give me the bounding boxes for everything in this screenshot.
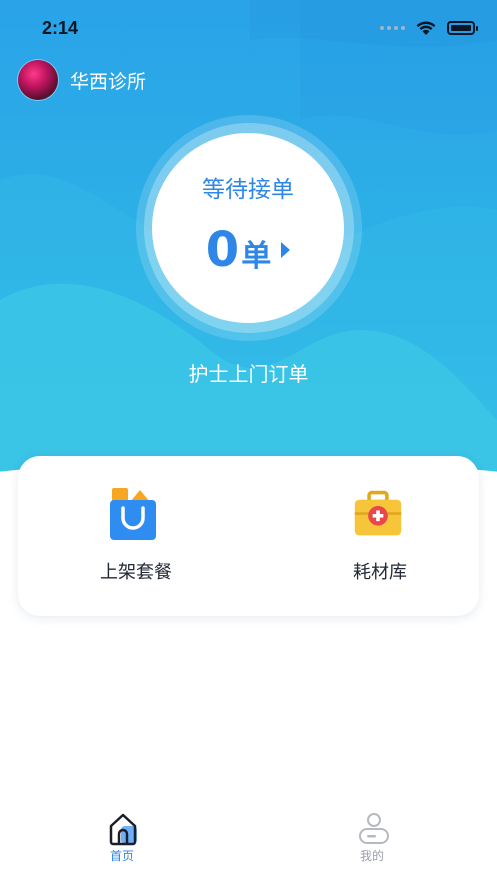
wait-label: 等待接单 xyxy=(202,177,294,203)
pending-count-number: 0 xyxy=(205,222,240,278)
wifi-icon xyxy=(416,21,436,35)
profile-icon xyxy=(359,813,389,844)
supplies-button[interactable]: 耗材库 xyxy=(249,456,479,616)
supplies-label: 耗材库 xyxy=(353,562,407,583)
pending-count[interactable]: 0 单 xyxy=(152,222,344,278)
tab-bar: 首页 我的 xyxy=(0,800,497,883)
tab-home[interactable]: 首页 xyxy=(62,810,182,870)
clinic-header[interactable]: 华西诊所 xyxy=(18,60,146,100)
order-type-label: 护士上门订单 xyxy=(188,362,309,386)
list-package-label: 上架套餐 xyxy=(100,562,172,583)
shopping-bag-icon xyxy=(110,488,156,540)
battery-icon xyxy=(447,21,478,35)
avatar[interactable] xyxy=(18,60,58,100)
status-bar: 2:14 xyxy=(0,0,497,56)
status-time: 2:14 xyxy=(42,18,79,38)
tab-mine-label: 我的 xyxy=(359,849,384,863)
cellular-signal-icon xyxy=(380,26,405,30)
tab-home-label: 首页 xyxy=(109,849,134,863)
list-package-button[interactable]: 上架套餐 xyxy=(18,456,248,616)
medical-kit-icon xyxy=(354,490,402,536)
tab-mine[interactable]: 我的 xyxy=(312,810,432,870)
actions-card: 上架套餐 耗材库 xyxy=(18,456,479,616)
pending-count-unit: 单 xyxy=(241,239,272,274)
chevron-right-icon xyxy=(281,242,291,258)
clinic-name: 华西诊所 xyxy=(70,70,147,93)
status-icons xyxy=(380,20,478,36)
home-icon xyxy=(109,813,137,846)
